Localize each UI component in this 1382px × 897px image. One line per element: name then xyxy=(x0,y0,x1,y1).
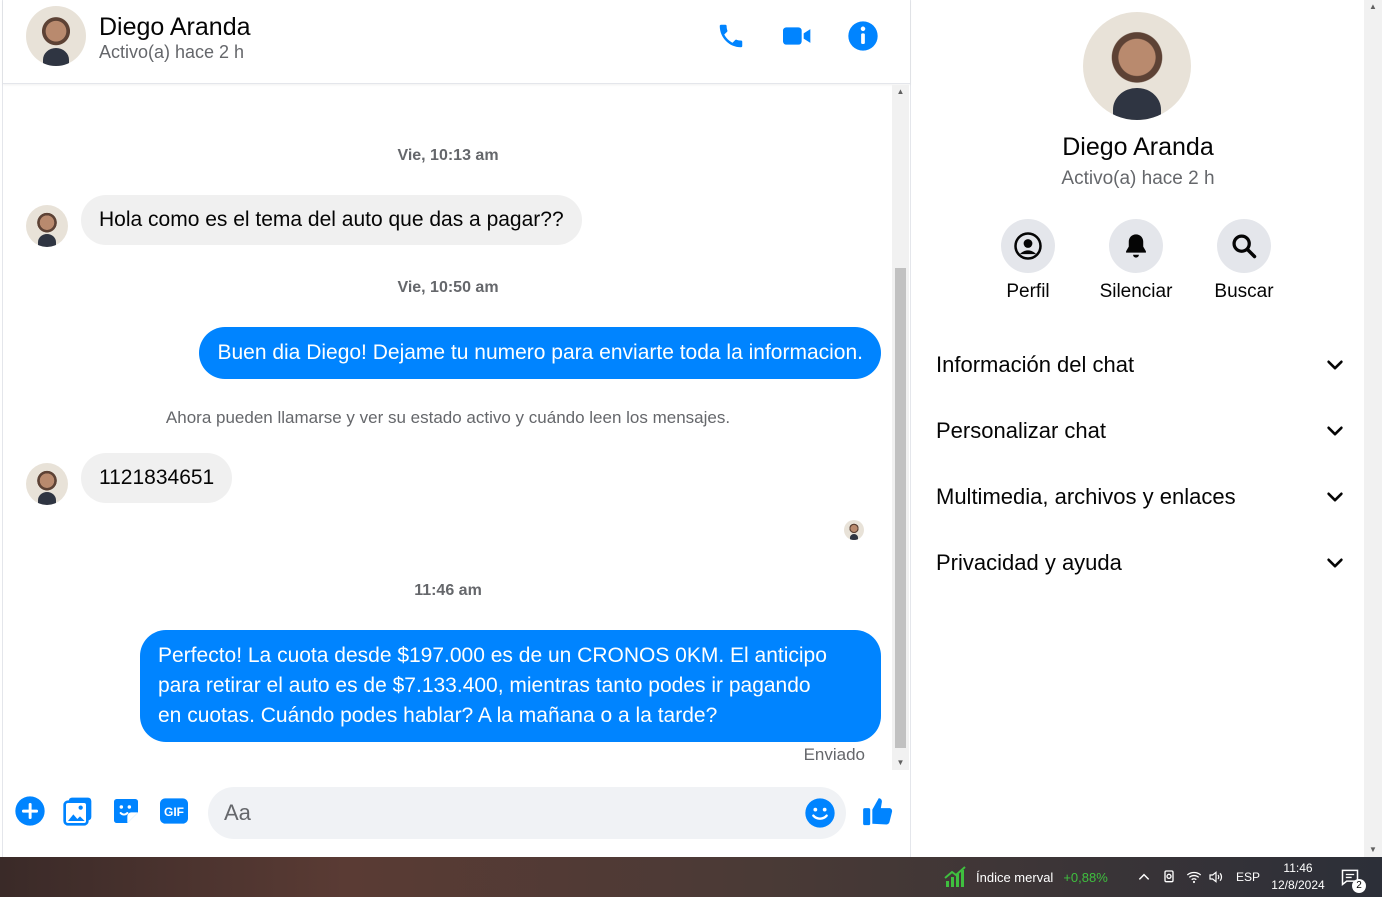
scroll-down-arrow[interactable]: ▼ xyxy=(892,756,909,770)
device-icon xyxy=(1164,870,1174,883)
scroll-thumb[interactable] xyxy=(895,268,906,748)
chevron-down-icon xyxy=(1327,426,1343,436)
mute-action-circle[interactable] xyxy=(1109,219,1163,273)
sidebar-contact-avatar[interactable] xyxy=(1083,12,1191,120)
volume-button[interactable] xyxy=(1207,857,1225,897)
emoji-button[interactable] xyxy=(804,797,836,829)
phone-icon xyxy=(719,24,743,48)
section-label: Multimedia, archivos y enlaces xyxy=(936,484,1236,509)
chevron-up-icon xyxy=(1138,873,1150,880)
section-customize-chat[interactable]: Personalizar chat xyxy=(936,409,1346,453)
section-privacy-help[interactable]: Privacidad y ayuda xyxy=(936,541,1346,585)
profile-action[interactable]: Perfil xyxy=(973,219,1083,303)
chat-panel: Diego Aranda Activo(a) hace 2 h Vie, 10:… xyxy=(2,0,911,857)
more-actions-button[interactable] xyxy=(13,794,47,828)
message-line: para retirar el auto es de $7.133.400, m… xyxy=(158,674,811,697)
svg-text:GIF: GIF xyxy=(164,805,184,819)
bell-icon xyxy=(1126,234,1146,258)
windows-taskbar: Índice merval +0,88% ESP 11:46 12/8/2024… xyxy=(0,857,1382,897)
incoming-message[interactable]: 1121834651 xyxy=(81,453,233,503)
mute-action[interactable]: Silenciar xyxy=(1081,219,1191,303)
tray-overflow-button[interactable] xyxy=(1137,857,1151,897)
wifi-icon xyxy=(1186,871,1202,884)
sidebar-contact-name: Diego Aranda xyxy=(1062,133,1214,161)
message-input[interactable] xyxy=(224,787,794,839)
notification-count-badge: 2 xyxy=(1352,879,1366,893)
mute-action-label: Silenciar xyxy=(1099,281,1173,302)
section-media-files[interactable]: Multimedia, archivos y enlaces xyxy=(936,475,1346,519)
call-button[interactable] xyxy=(715,20,747,52)
search-action-circle[interactable] xyxy=(1217,219,1271,273)
message-list[interactable]: Vie, 10:13 am Hola como es el tema del a… xyxy=(3,85,893,770)
stock-widget[interactable]: Índice merval +0,88% xyxy=(944,857,1108,897)
chevron-down-icon xyxy=(1327,360,1343,370)
contact-status: Activo(a) hace 2 h xyxy=(99,42,245,62)
timestamp: 11:46 am xyxy=(414,582,482,599)
page-scroll-up-arrow[interactable]: ▲ xyxy=(1364,0,1382,14)
video-call-button[interactable] xyxy=(781,20,813,52)
sent-status: Enviado xyxy=(803,745,865,764)
sidebar-contact-status: Activo(a) hace 2 h xyxy=(1061,168,1215,189)
sender-avatar[interactable] xyxy=(26,205,68,247)
scroll-up-arrow[interactable]: ▲ xyxy=(892,85,909,99)
search-icon xyxy=(1232,234,1257,259)
search-action-label: Buscar xyxy=(1214,281,1274,302)
incoming-message[interactable]: Hola como es el tema del auto que das a … xyxy=(81,195,582,245)
section-label: Personalizar chat xyxy=(936,418,1106,443)
video-camera-icon xyxy=(783,27,811,45)
search-action[interactable]: Buscar xyxy=(1189,219,1299,303)
wifi-button[interactable] xyxy=(1185,857,1203,897)
contact-name[interactable]: Diego Aranda xyxy=(99,13,251,42)
info-icon xyxy=(848,21,878,51)
seen-indicator-avatar xyxy=(844,520,864,540)
section-label: Información del chat xyxy=(936,352,1135,377)
language-indicator[interactable]: ESP xyxy=(1236,857,1260,897)
section-chat-info[interactable]: Información del chat xyxy=(936,343,1346,387)
message-scrollbar[interactable]: ▲ ▼ xyxy=(892,85,909,770)
attach-image-button[interactable] xyxy=(61,794,95,828)
tray-device-icon-button[interactable] xyxy=(1161,857,1177,897)
profile-icon xyxy=(1014,232,1042,260)
plus-icon xyxy=(15,796,45,826)
like-button[interactable] xyxy=(861,794,895,828)
outgoing-message[interactable]: Buen dia Diego! Dejame tu numero para en… xyxy=(199,327,881,379)
message-line: Perfecto! La cuota desde $197.000 es de … xyxy=(158,644,827,667)
sticker-icon xyxy=(114,799,138,823)
composer-bar: GIF xyxy=(3,770,910,857)
page-scrollbar[interactable]: ▲ ▼ xyxy=(1364,0,1382,857)
chevron-down-icon xyxy=(1327,558,1343,568)
chat-header: Diego Aranda Activo(a) hace 2 h xyxy=(3,0,910,84)
clock-date: 12/8/2024 xyxy=(1271,878,1325,892)
sticker-button[interactable] xyxy=(109,794,143,828)
profile-action-circle[interactable] xyxy=(1001,219,1055,273)
smiley-icon xyxy=(805,798,835,828)
gif-button[interactable]: GIF xyxy=(157,794,191,828)
image-icon xyxy=(63,797,92,826)
details-sidebar: Diego Aranda Activo(a) hace 2 h Perfil S… xyxy=(912,0,1364,857)
stock-change: +0,88% xyxy=(1063,869,1108,885)
messenger-app: Diego Aranda Activo(a) hace 2 h Vie, 10:… xyxy=(0,0,1382,857)
stock-name: Índice merval xyxy=(976,869,1054,885)
profile-action-label: Perfil xyxy=(1006,281,1050,302)
stock-chart-icon xyxy=(944,866,966,887)
sender-avatar[interactable] xyxy=(26,463,68,505)
timestamp: Vie, 10:50 am xyxy=(397,279,499,296)
clock[interactable]: 11:46 12/8/2024 xyxy=(1270,857,1326,897)
page-scroll-down-arrow[interactable]: ▼ xyxy=(1364,843,1382,857)
contact-avatar[interactable] xyxy=(26,6,86,66)
speaker-icon xyxy=(1209,871,1223,883)
message-line: en cuotas. Cuándo podes hablar? A la mañ… xyxy=(158,704,718,727)
section-label: Privacidad y ayuda xyxy=(936,550,1122,575)
system-notice: Ahora pueden llamarse y ver su estado ac… xyxy=(165,408,731,427)
thumbs-up-icon xyxy=(863,798,893,826)
clock-time: 11:46 xyxy=(1283,861,1313,875)
chevron-down-icon xyxy=(1327,492,1343,502)
timestamp: Vie, 10:13 am xyxy=(397,147,499,164)
info-button[interactable] xyxy=(847,20,879,52)
message-input-wrapper xyxy=(208,787,846,839)
outgoing-message[interactable]: Perfecto! La cuota desde $197.000 es de … xyxy=(140,630,881,742)
notification-center-button[interactable]: 2 xyxy=(1340,857,1366,897)
gif-icon: GIF xyxy=(160,798,188,824)
